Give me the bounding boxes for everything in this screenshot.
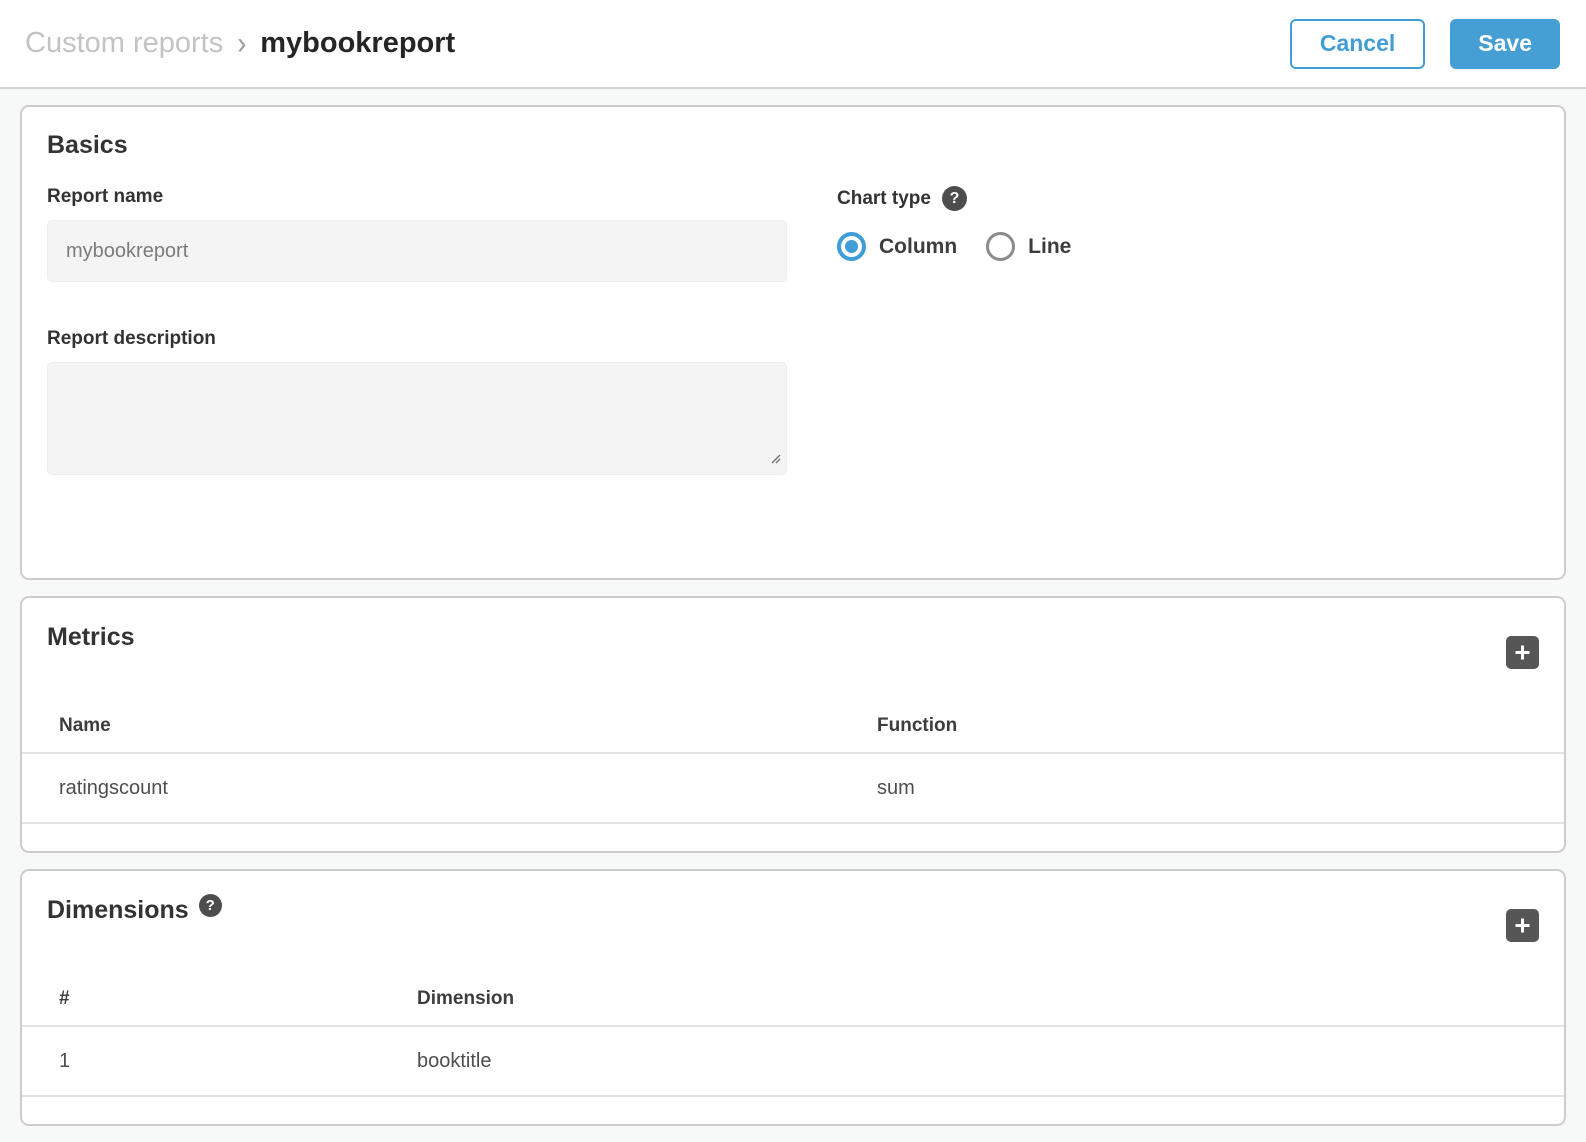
add-dimension-button[interactable]	[1506, 909, 1539, 942]
radio-unselected-icon[interactable]	[986, 232, 1015, 261]
report-description-input[interactable]	[47, 362, 787, 475]
dimensions-section: Dimensions ? # Dimension 1 booktitle	[20, 869, 1566, 1126]
metrics-table-footer	[22, 824, 1564, 851]
metrics-table-row[interactable]: ratingscount sum	[22, 754, 1564, 824]
chart-type-option-column[interactable]: Column	[837, 232, 957, 261]
chart-type-radio-group: Column Line	[837, 232, 1539, 261]
dimensions-col-dimension: Dimension	[417, 988, 1564, 1010]
metrics-title: Metrics	[47, 623, 135, 652]
metrics-col-name: Name	[22, 715, 877, 737]
breadcrumb-parent-link[interactable]: Custom reports	[25, 27, 223, 60]
basics-section: Basics Report name Report description	[20, 105, 1566, 580]
chart-type-line-label: Line	[1028, 235, 1071, 259]
radio-selected-icon[interactable]	[837, 232, 866, 261]
save-button[interactable]: Save	[1450, 19, 1560, 69]
metrics-table: Name Function ratingscount sum	[22, 700, 1564, 851]
chart-type-option-line[interactable]: Line	[986, 232, 1071, 261]
plus-icon	[1514, 644, 1531, 661]
report-description-label: Report description	[47, 328, 787, 350]
metric-name-cell: ratingscount	[22, 777, 877, 800]
header-actions: Cancel Save	[1290, 19, 1560, 69]
plus-icon	[1514, 917, 1531, 934]
breadcrumb: Custom reports › mybookreport	[25, 27, 455, 60]
metrics-section: Metrics Name Function ratingscount sum	[20, 596, 1566, 853]
report-name-label: Report name	[47, 186, 787, 208]
page-header: Custom reports › mybookreport Cancel Sav…	[0, 0, 1586, 89]
dimensions-col-index: #	[22, 988, 417, 1010]
question-mark-icon[interactable]: ?	[942, 186, 967, 211]
chart-type-column-label: Column	[879, 235, 957, 259]
cancel-button[interactable]: Cancel	[1290, 19, 1425, 69]
basics-title: Basics	[47, 131, 1539, 160]
dimension-name-cell: booktitle	[417, 1050, 1564, 1073]
dimensions-table: # Dimension 1 booktitle	[22, 973, 1564, 1124]
question-mark-icon[interactable]: ?	[199, 894, 222, 917]
content-area: Basics Report name Report description	[0, 89, 1586, 1126]
metrics-table-header: Name Function	[22, 700, 1564, 754]
metrics-col-function: Function	[877, 715, 1564, 737]
chart-type-label: Chart type	[837, 188, 931, 210]
dimensions-table-header: # Dimension	[22, 973, 1564, 1027]
page-title: mybookreport	[260, 27, 455, 60]
dimensions-title: Dimensions	[47, 896, 189, 925]
dimensions-table-row[interactable]: 1 booktitle	[22, 1027, 1564, 1097]
chevron-right-icon: ›	[237, 26, 246, 62]
report-name-input[interactable]	[47, 220, 787, 282]
dimensions-table-footer	[22, 1097, 1564, 1124]
add-metric-button[interactable]	[1506, 636, 1539, 669]
dimension-index-cell: 1	[22, 1050, 417, 1073]
metric-function-cell: sum	[877, 777, 1564, 800]
